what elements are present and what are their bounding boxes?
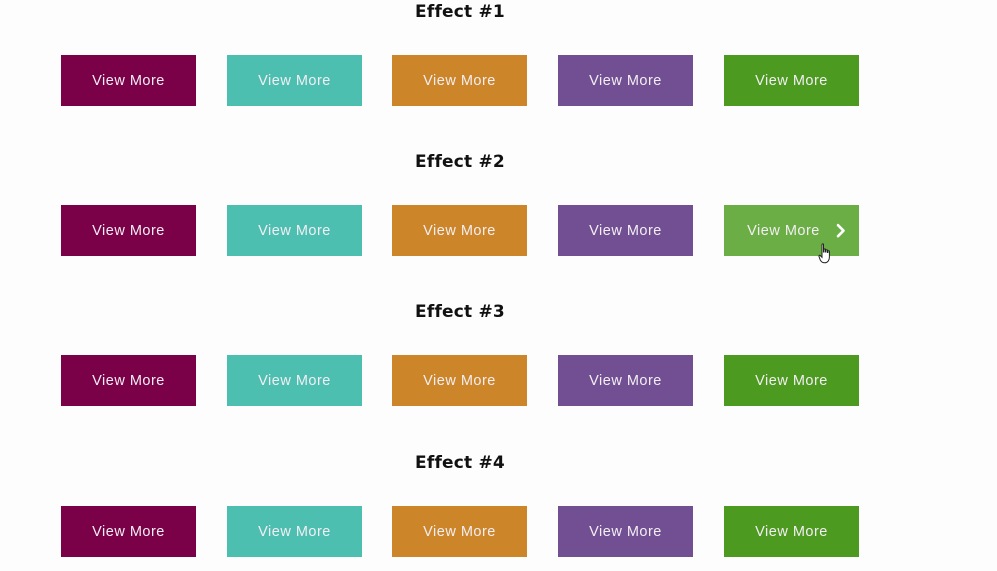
view-more-label: View More (258, 523, 331, 540)
view-more-button[interactable]: View More (61, 55, 196, 106)
view-more-label: View More (755, 372, 828, 389)
view-more-button[interactable]: View More (227, 355, 362, 406)
view-more-button[interactable]: View More (724, 506, 859, 557)
view-more-button[interactable]: View More (724, 355, 859, 406)
view-more-button[interactable]: View More (558, 205, 693, 256)
view-more-button[interactable]: View More (61, 355, 196, 406)
view-more-label: View More (589, 372, 662, 389)
view-more-label: View More (258, 372, 331, 389)
view-more-label: View More (755, 523, 828, 540)
view-more-label: View More (755, 72, 828, 89)
view-more-label: View More (589, 72, 662, 89)
view-more-label: View More (423, 72, 496, 89)
effect-heading: Effect #3 (415, 302, 505, 322)
effect-heading: Effect #2 (415, 152, 505, 172)
view-more-button[interactable]: View More (61, 205, 196, 256)
view-more-label: View More (589, 523, 662, 540)
view-more-button[interactable]: View More (558, 355, 693, 406)
view-more-button[interactable]: View More (392, 506, 527, 557)
view-more-button[interactable]: View More (392, 205, 527, 256)
view-more-button[interactable]: View More (227, 55, 362, 106)
view-more-button[interactable]: View More (558, 55, 693, 106)
view-more-label: View More (92, 72, 165, 89)
view-more-button[interactable]: View More (227, 205, 362, 256)
view-more-button[interactable]: View More (392, 55, 527, 106)
view-more-label: View More (423, 523, 496, 540)
view-more-label: View More (92, 222, 165, 239)
chevron-right-icon (836, 223, 845, 237)
view-more-label: View More (747, 222, 820, 239)
view-more-label: View More (92, 372, 165, 389)
view-more-button[interactable]: View More (558, 506, 693, 557)
view-more-label: View More (589, 222, 662, 239)
view-more-button[interactable]: View More (724, 205, 859, 256)
view-more-button[interactable]: View More (724, 55, 859, 106)
view-more-button[interactable]: View More (61, 506, 196, 557)
effect-heading: Effect #4 (415, 453, 505, 473)
view-more-label: View More (423, 372, 496, 389)
view-more-button[interactable]: View More (392, 355, 527, 406)
view-more-label: View More (423, 222, 496, 239)
view-more-label: View More (258, 222, 331, 239)
view-more-button[interactable]: View More (227, 506, 362, 557)
view-more-label: View More (92, 523, 165, 540)
view-more-label: View More (258, 72, 331, 89)
effect-heading: Effect #1 (415, 2, 505, 22)
